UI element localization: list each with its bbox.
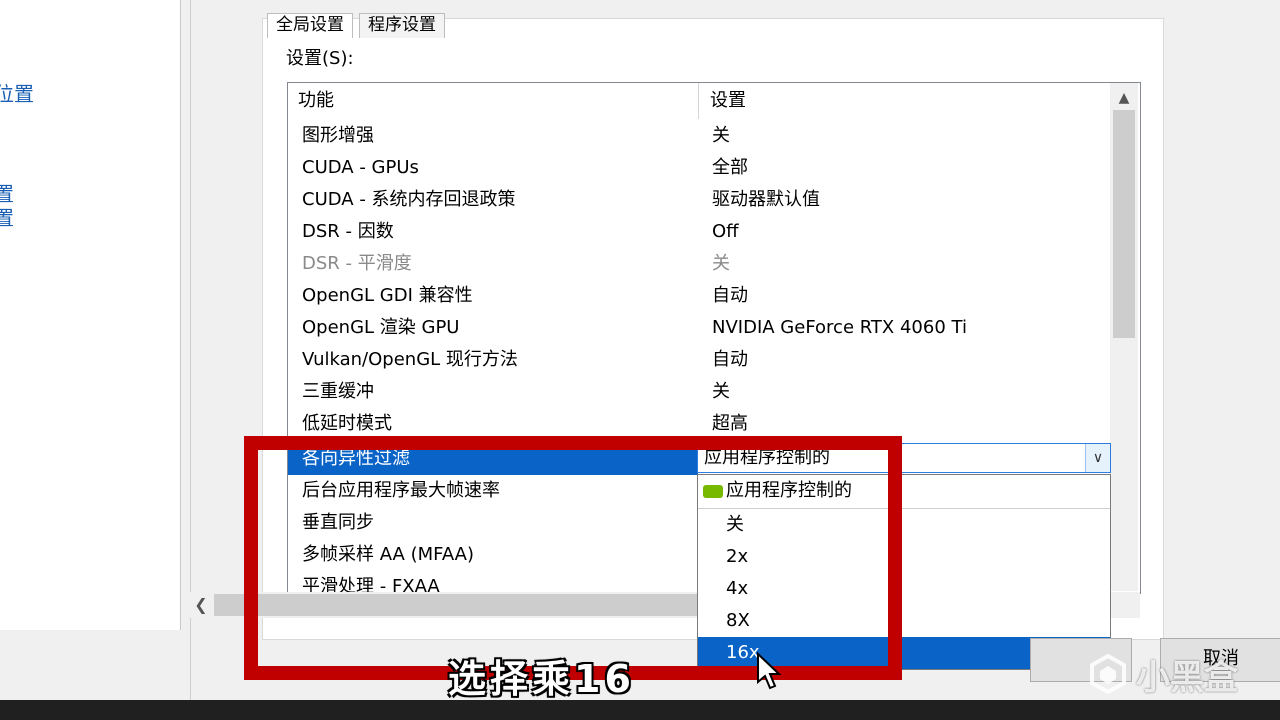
settings-label: 设置(S):	[286, 48, 354, 69]
left-nav-panel: 位置 置 置	[0, 0, 181, 630]
table-row[interactable]: 三重缓冲关	[288, 376, 1110, 408]
table-row[interactable]: CUDA - 系统内存回退政策 驱动器默认值	[288, 184, 1110, 216]
table-row[interactable]: DSR - 平滑度关	[288, 248, 1110, 280]
table-row[interactable]: DSR - 因数 Off	[288, 216, 1110, 248]
table-row[interactable]: OpenGL GDI 兼容性 自动	[288, 280, 1110, 312]
chevron-left-icon[interactable]: ❮	[192, 596, 210, 614]
nav-item[interactable]: 位置	[0, 78, 34, 107]
video-caption: 选择乘16	[448, 657, 635, 701]
table-row[interactable]: OpenGL 渲染 GPU NVIDIA GeForce RTX 4060 Ti	[288, 312, 1110, 344]
tab-global-settings[interactable]: 全局设置	[267, 13, 353, 38]
table-row[interactable]: Vulkan/OpenGL 现行方法 自动	[288, 344, 1110, 376]
chevron-down-icon[interactable]: ∨	[1085, 444, 1110, 472]
table-row[interactable]: 图形增强关	[288, 120, 1110, 152]
watermark-text: 小黑盒	[1136, 658, 1238, 698]
chevron-up-icon[interactable]: ▲	[1114, 88, 1134, 108]
column-header-feature[interactable]: 功能	[298, 83, 334, 119]
nav-item[interactable]: 置	[0, 202, 14, 231]
header-divider	[698, 83, 699, 119]
tab-program-settings[interactable]: 程序设置	[359, 13, 445, 38]
column-header-setting[interactable]: 设置	[710, 83, 746, 119]
vertical-scroll-thumb[interactable]	[1113, 110, 1135, 338]
xiaoheihe-logo-icon	[1090, 654, 1126, 694]
mouse-cursor-icon	[757, 652, 782, 690]
video-bottom-bar	[0, 700, 1280, 720]
annotation-highlight-box	[244, 436, 902, 680]
table-row[interactable]: CUDA - GPUs 全部	[288, 152, 1110, 184]
